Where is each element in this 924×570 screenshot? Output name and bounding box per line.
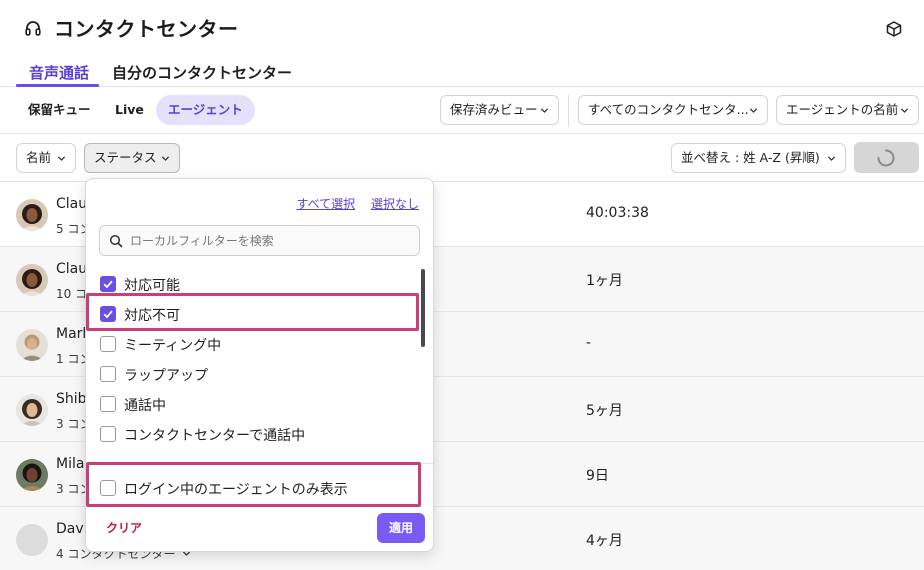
name-filter-dropdown[interactable]: 名前 (16, 143, 76, 173)
checkbox[interactable] (100, 336, 116, 352)
status-option-meeting[interactable]: ミーティング中 (99, 333, 399, 357)
chevron-down-icon (827, 156, 836, 161)
subtab-agents[interactable]: エージェント (156, 95, 255, 125)
sort-label: 並べ替え : 姓 A-Z (昇順) (681, 150, 820, 165)
status-option-unavailable[interactable]: 対応不可 (99, 303, 399, 327)
name-filter-label: 名前 (26, 150, 52, 165)
status-option-label: ミーティング中 (124, 338, 222, 354)
agent-name: Mila (56, 456, 85, 472)
checkbox-checked[interactable] (100, 306, 116, 322)
contact-center-label: すべてのコンタクトセンタ... (588, 102, 749, 117)
status-option-on-call[interactable]: 通話中 (99, 393, 399, 417)
selection-links: すべて選択 選択なし (284, 195, 419, 212)
status-duration: 5ヶ月 (586, 403, 623, 419)
status-filter-popover: すべて選択 選択なし 対応可能 対応不可 ミーティング中 ラップアップ 通話中 … (85, 178, 434, 552)
subtab-live[interactable]: Live (103, 95, 156, 125)
status-duration: 1ヶ月 (586, 273, 623, 289)
page-title: コンタクトセンター (54, 17, 239, 41)
saved-view-dropdown[interactable]: 保存済みビュー (440, 95, 559, 125)
logged-in-only-option[interactable]: ログイン中のエージェントのみ表示 (99, 477, 399, 501)
cube-icon[interactable] (885, 20, 903, 38)
tab-my-contact-center[interactable]: 自分のコンタクトセンター (112, 62, 292, 83)
main-tabs: 音声通話 自分のコンタクトセンター (0, 56, 924, 87)
status-option-label: 通話中 (124, 398, 166, 414)
avatar (16, 459, 48, 491)
scrollbar[interactable] (421, 269, 425, 347)
loading-spinner-icon (877, 149, 895, 167)
app-header: コンタクトセンター (0, 0, 924, 56)
status-option-on-call-in-cc[interactable]: コンタクトセンターで通話中 (99, 423, 399, 447)
status-option-label: 対応可能 (124, 278, 180, 294)
agent-name: Clau (56, 261, 88, 277)
chevron-down-icon (57, 156, 66, 161)
status-option-wrapup[interactable]: ラップアップ (99, 363, 399, 387)
avatar (16, 329, 48, 361)
status-duration: 40:03:38 (586, 205, 649, 221)
status-duration: 9日 (586, 468, 609, 484)
checkbox-checked[interactable] (100, 276, 116, 292)
chevron-down-icon (540, 108, 549, 113)
checkbox[interactable] (100, 480, 116, 496)
divider (86, 463, 433, 464)
status-filter-label: ステータス (94, 150, 157, 165)
avatar (16, 524, 48, 556)
saved-view-label: 保存済みビュー (450, 102, 538, 117)
tab-voice[interactable]: 音声通話 (29, 62, 89, 83)
agent-name-dropdown[interactable]: エージェントの名前 (776, 95, 919, 125)
search-icon (109, 234, 123, 248)
checkbox[interactable] (100, 366, 116, 382)
avatar (16, 394, 48, 426)
sort-dropdown[interactable]: 並べ替え : 姓 A-Z (昇順) (671, 143, 846, 173)
avatar (16, 199, 48, 231)
select-all-link[interactable]: すべて選択 (296, 197, 355, 211)
status-option-available[interactable]: 対応可能 (99, 273, 399, 297)
agent-name-label: エージェントの名前 (786, 102, 899, 117)
status-option-label: コンタクトセンターで通話中 (124, 428, 306, 444)
headphones-icon (25, 21, 41, 36)
chevron-down-icon (749, 108, 758, 113)
chevron-down-icon (161, 156, 170, 161)
checkbox[interactable] (100, 426, 116, 442)
avatar (16, 264, 48, 296)
status-duration: - (586, 335, 592, 351)
status-option-label: ラップアップ (124, 368, 208, 384)
checkbox[interactable] (100, 396, 116, 412)
logged-in-only-label: ログイン中のエージェントのみ表示 (124, 482, 348, 498)
agent-centers: 10 コ (56, 287, 88, 301)
status-filter-dropdown[interactable]: ステータス (84, 143, 180, 173)
search-input[interactable] (130, 226, 410, 255)
status-option-label: 対応不可 (124, 308, 180, 324)
refresh-button[interactable] (854, 142, 919, 173)
agent-name: Clau (56, 196, 88, 212)
subtab-queue[interactable]: 保留キュー (16, 95, 103, 125)
chevron-down-icon (900, 108, 909, 113)
apply-button[interactable]: 適用 (377, 513, 425, 543)
toolbar-divider (568, 95, 569, 127)
contact-center-dropdown[interactable]: すべてのコンタクトセンタ... (578, 95, 768, 125)
status-duration: 4ヶ月 (586, 533, 623, 549)
agent-name: Shib (56, 391, 87, 407)
local-filter-search[interactable] (99, 225, 420, 256)
clear-button[interactable]: クリア (106, 519, 142, 536)
select-none-link[interactable]: 選択なし (371, 197, 419, 211)
